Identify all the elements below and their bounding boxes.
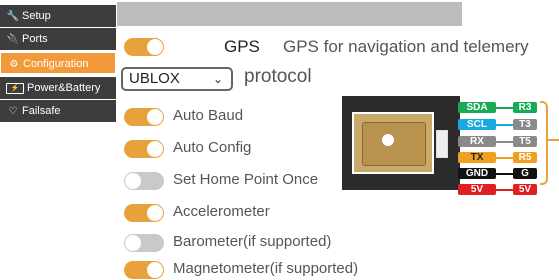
sidebar-item-power-battery[interactable]: ⚡ Power&Battery [0, 77, 116, 99]
gear-icon: ⚙ [9, 59, 19, 70]
gps-module-board [352, 112, 434, 174]
wire-gnd [496, 173, 513, 175]
accelerometer-label: Accelerometer [173, 203, 270, 220]
battery-icon: ⚡ [6, 82, 24, 94]
auto-config-label: Auto Config [173, 139, 252, 156]
magnetometer-toggle[interactable] [124, 261, 164, 279]
wire-tx [496, 157, 513, 159]
barometer-label: Barometer(if supported) [173, 233, 332, 250]
shield-icon: ♡ [8, 106, 18, 117]
pin-tx: TX [458, 152, 496, 163]
pin-r3: R3 [513, 102, 537, 113]
section-header-bar [117, 2, 462, 26]
toggle-knob [147, 262, 163, 278]
toggle-knob [125, 173, 141, 189]
toggle-knob [147, 205, 163, 221]
wiring-bracket [540, 101, 548, 185]
protocol-label: protocol [244, 66, 312, 87]
pin-5v-fc: 5V [513, 184, 537, 195]
wire-5v [496, 189, 513, 191]
pin-sda: SDA [458, 102, 496, 113]
gps-toggle[interactable] [124, 38, 164, 56]
sidebar-item-label: Ports [22, 33, 48, 45]
auto-baud-toggle[interactable] [124, 108, 164, 126]
pin-5v-module: 5V [458, 184, 496, 195]
toggle-knob [147, 39, 163, 55]
sidebar-item-setup[interactable]: 🔧 Setup [0, 5, 116, 27]
sidebar-item-label: Setup [22, 10, 51, 22]
sidebar-item-failsafe[interactable]: ♡ Failsafe [0, 100, 116, 122]
sidebar-item-label: Configuration [23, 58, 89, 70]
wiring-bracket-tip [547, 139, 559, 141]
sidebar-item-configuration[interactable]: ⚙ Configuration [0, 52, 116, 74]
sidebar-item-label: Power&Battery [27, 82, 101, 94]
auto-baud-label: Auto Baud [173, 107, 244, 124]
pin-t3: T3 [513, 119, 537, 130]
gps-title: GPS [224, 37, 260, 56]
toggle-knob [147, 109, 163, 125]
plug-icon: 🔌 [6, 34, 20, 45]
protocol-select-value: UBLOX [129, 70, 180, 87]
sidebar-item-ports[interactable]: 🔌 Ports [0, 28, 116, 50]
pin-t5: T5 [513, 136, 537, 147]
wire-rx [496, 141, 513, 143]
pin-rx: RX [458, 136, 496, 147]
sidebar: 🔧 Setup 🔌 Ports ⚙ Configuration ⚡ Power&Batt… [0, 0, 116, 280]
gps-module-diagram [342, 96, 460, 190]
gps-antenna [362, 122, 426, 166]
magnetometer-label: Magnetometer(if supported) [173, 260, 359, 277]
toggle-knob [125, 235, 141, 251]
toggle-knob [147, 141, 163, 157]
set-home-point-once-label: Set Home Point Once [173, 171, 319, 188]
pin-g: G [513, 168, 537, 179]
barometer-toggle[interactable] [124, 234, 164, 252]
wire-sda [496, 107, 513, 109]
gps-led [382, 134, 394, 146]
protocol-select[interactable]: UBLOX ⌄ [121, 67, 233, 91]
pin-r5: R5 [513, 152, 537, 163]
set-home-point-once-toggle[interactable] [124, 172, 164, 190]
wire-scl [496, 124, 513, 126]
gps-connector [436, 130, 448, 158]
pin-scl: SCL [458, 119, 496, 130]
gps-description: GPS for navigation and telemery [283, 37, 529, 56]
accelerometer-toggle[interactable] [124, 204, 164, 222]
wrench-icon: 🔧 [6, 11, 20, 22]
auto-config-toggle[interactable] [124, 140, 164, 158]
pin-gnd: GND [458, 168, 496, 179]
sidebar-item-label: Failsafe [22, 105, 61, 117]
chevron-down-icon: ⌄ [212, 72, 223, 86]
